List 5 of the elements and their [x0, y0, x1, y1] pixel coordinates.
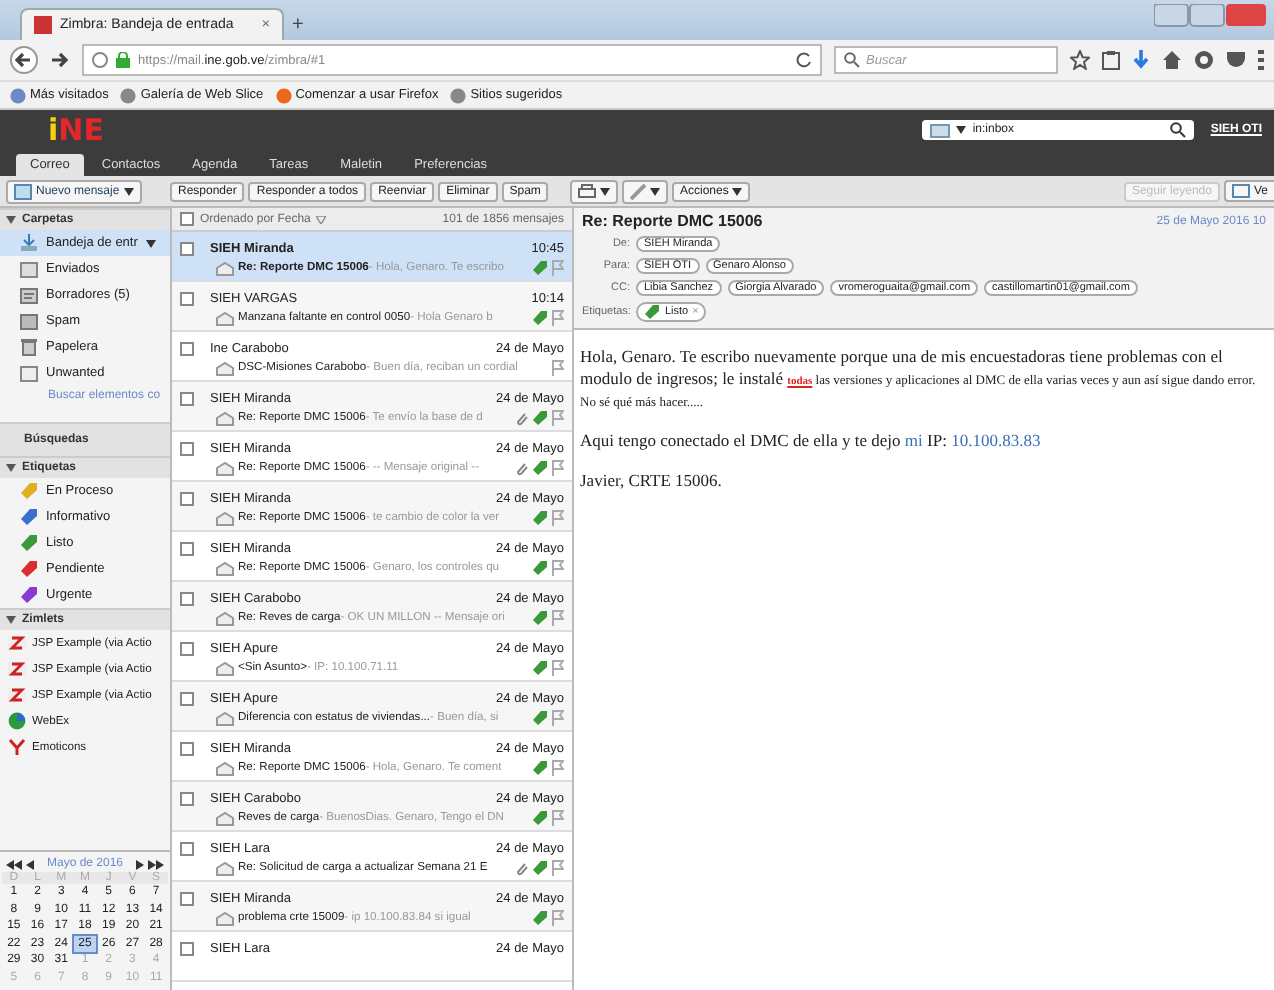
logo: iNE: [48, 115, 104, 145]
body-paragraph: Javier, CRTE 15006.: [580, 469, 724, 491]
body-paragraph: Aqui tengo conectado el DMC de ella y te dejo mi IP: 10.100.83.83: [580, 429, 1043, 451]
new-tab-button[interactable]: +: [292, 14, 304, 40]
message-subject: Re: Reporte DMC 15006: [582, 212, 763, 230]
